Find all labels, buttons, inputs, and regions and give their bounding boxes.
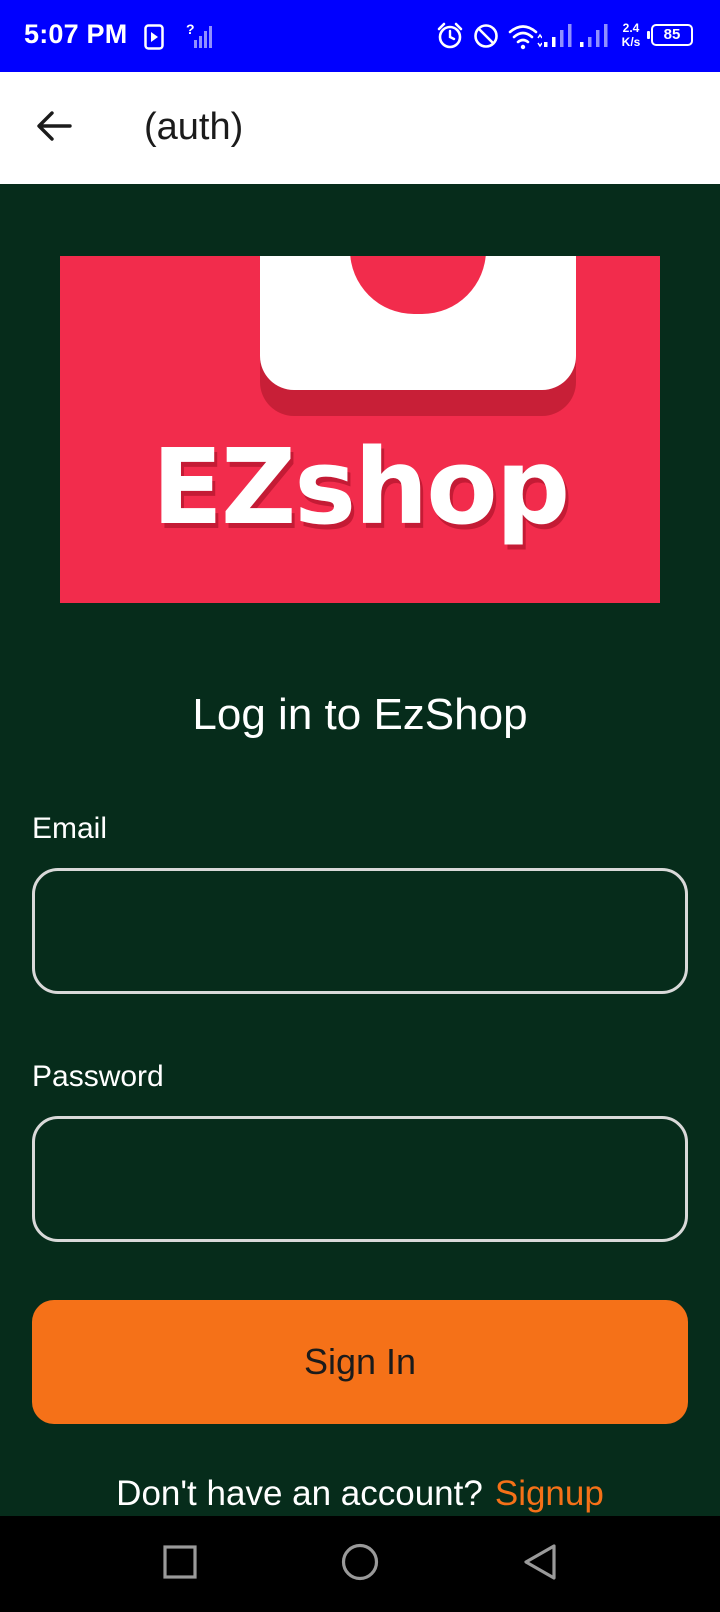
back-button[interactable]: [26, 100, 82, 156]
status-time: 5:07 PM: [24, 19, 128, 49]
status-bar: 5:07 PM ? 2.4 K/s 85: [0, 0, 720, 72]
email-label: Email: [32, 812, 108, 845]
no-sim-signal-icon: ?: [186, 21, 212, 55]
svg-text:?: ?: [186, 22, 195, 37]
media-play-icon: [144, 24, 164, 55]
app-bar: (auth): [0, 72, 720, 184]
do-not-disturb-icon: [473, 23, 499, 54]
system-back-button[interactable]: [510, 1536, 570, 1592]
cell-signal-icon: [544, 22, 574, 53]
brand-name: EZshop: [151, 426, 570, 548]
arrow-left-icon: [36, 110, 72, 147]
network-speed-unit: K/s: [621, 35, 641, 49]
network-speed-value: 2.4: [622, 21, 640, 35]
password-field[interactable]: [32, 1116, 688, 1242]
email-field[interactable]: [32, 868, 688, 994]
signup-prompt: Don't have an account? Signup: [0, 1474, 720, 1514]
alarm-icon: [436, 22, 464, 55]
signin-button[interactable]: Sign In: [32, 1300, 688, 1424]
system-nav-bar: [0, 1516, 720, 1612]
recent-apps-button[interactable]: [150, 1536, 210, 1592]
password-label: Password: [32, 1060, 164, 1093]
page-title: (auth): [144, 106, 244, 148]
network-speed: 2.4 K/s: [617, 21, 645, 49]
ezshop-logo: EZshop: [60, 256, 660, 603]
signup-link[interactable]: Signup: [495, 1474, 604, 1513]
battery-indicator: 85: [647, 24, 693, 46]
wifi-icon: [508, 22, 543, 55]
no-account-text: Don't have an account?: [116, 1474, 483, 1513]
back-triangle-icon: [522, 1543, 558, 1586]
recent-apps-icon: [162, 1544, 198, 1585]
home-button[interactable]: [330, 1536, 390, 1592]
login-heading: Log in to EzShop: [192, 690, 528, 739]
home-icon: [340, 1542, 380, 1587]
cell-signal-2-icon: [580, 22, 610, 53]
